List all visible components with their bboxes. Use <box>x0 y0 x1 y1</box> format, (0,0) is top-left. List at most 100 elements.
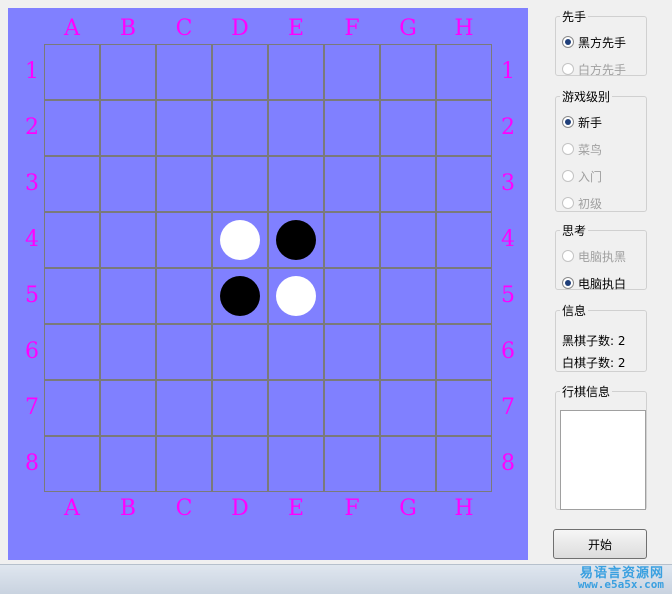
board-cell[interactable] <box>100 380 156 436</box>
board-cell[interactable] <box>324 212 380 268</box>
radio-button-icon[interactable] <box>562 36 574 48</box>
thinking-option[interactable]: 电脑执黑 <box>562 247 626 265</box>
board-cell[interactable] <box>100 156 156 212</box>
board-cell[interactable] <box>100 324 156 380</box>
black-stone <box>276 220 316 260</box>
radio-button-icon[interactable] <box>562 170 574 182</box>
board-cell[interactable] <box>436 268 492 324</box>
board-cell[interactable] <box>268 100 324 156</box>
board-cell[interactable] <box>436 212 492 268</box>
board-cell[interactable] <box>44 156 100 212</box>
row-label-left: 7 <box>25 395 39 420</box>
board-cell[interactable] <box>156 380 212 436</box>
board-cell[interactable] <box>380 156 436 212</box>
board-cell[interactable] <box>268 156 324 212</box>
board-cell[interactable] <box>156 436 212 492</box>
thinking-option[interactable]: 电脑执白 <box>562 274 626 292</box>
board-cell[interactable] <box>436 156 492 212</box>
board-cell[interactable] <box>436 44 492 100</box>
row-label-right: 7 <box>501 395 515 420</box>
board-cell[interactable] <box>436 324 492 380</box>
board-cell[interactable] <box>324 268 380 324</box>
board-cell[interactable] <box>380 436 436 492</box>
first-move-option-label: 白方先手 <box>578 62 627 77</box>
board-cell[interactable] <box>100 268 156 324</box>
start-button[interactable]: 开始 <box>553 529 647 559</box>
board-cell[interactable] <box>100 44 156 100</box>
board-cell[interactable] <box>324 380 380 436</box>
board-cell[interactable] <box>212 156 268 212</box>
level-option[interactable]: 新手 <box>562 113 602 131</box>
board-cell[interactable] <box>156 100 212 156</box>
board-cell[interactable] <box>156 212 212 268</box>
board-grid[interactable] <box>44 44 492 492</box>
board-cell[interactable] <box>380 324 436 380</box>
first-move-option[interactable]: 黑方先手 <box>562 33 626 51</box>
board-cell[interactable] <box>44 44 100 100</box>
board-cell[interactable] <box>44 436 100 492</box>
column-label-top: B <box>119 16 137 41</box>
thinking-group: 思考 电脑执黑电脑执白 <box>555 222 647 292</box>
board-cell[interactable] <box>44 380 100 436</box>
level-option[interactable]: 初级 <box>562 194 602 212</box>
board-area: A A B B C C D D E E F F G G H H 1 1 2 2 3 3 4 4 5 5 6 6 7 7 8 8 <box>8 8 528 560</box>
board-cell[interactable] <box>268 44 324 100</box>
level-option[interactable]: 菜鸟 <box>562 140 602 158</box>
board-cell[interactable] <box>44 268 100 324</box>
board-cell[interactable] <box>268 436 324 492</box>
board-cell[interactable] <box>212 436 268 492</box>
board-cell[interactable] <box>44 100 100 156</box>
level-option-label: 新手 <box>578 115 603 130</box>
board-cell[interactable] <box>380 268 436 324</box>
level-option-label: 菜鸟 <box>578 142 603 157</box>
board-cell[interactable] <box>380 380 436 436</box>
radio-button-icon[interactable] <box>562 197 574 209</box>
board-cell[interactable] <box>100 212 156 268</box>
row-label-right: 6 <box>501 339 515 364</box>
board-cell[interactable] <box>436 436 492 492</box>
board-cell[interactable] <box>268 380 324 436</box>
row-label-left: 2 <box>25 115 39 140</box>
board-cell[interactable] <box>324 100 380 156</box>
radio-button-icon[interactable] <box>562 116 574 128</box>
column-label-bottom: E <box>287 496 305 521</box>
board-cell[interactable] <box>156 324 212 380</box>
first-move-option[interactable]: 白方先手 <box>562 60 626 78</box>
radio-button-icon[interactable] <box>562 143 574 155</box>
board-cell[interactable] <box>100 436 156 492</box>
radio-button-icon[interactable] <box>562 250 574 262</box>
board-cell[interactable] <box>212 44 268 100</box>
radio-button-icon[interactable] <box>562 63 574 75</box>
board-cell[interactable] <box>100 100 156 156</box>
thinking-title: 思考 <box>562 224 587 238</box>
board-cell[interactable] <box>212 100 268 156</box>
board-cell[interactable] <box>268 324 324 380</box>
board-cell[interactable] <box>156 156 212 212</box>
row-label-left: 1 <box>25 59 39 84</box>
board-cell[interactable] <box>156 44 212 100</box>
level-option[interactable]: 入门 <box>562 167 602 185</box>
board-cell[interactable] <box>324 436 380 492</box>
board-cell[interactable] <box>324 44 380 100</box>
board-cell[interactable] <box>156 268 212 324</box>
move-info-title: 行棋信息 <box>562 385 611 399</box>
board-cell[interactable] <box>44 212 100 268</box>
row-label-left: 6 <box>25 339 39 364</box>
first-move-option-label: 黑方先手 <box>578 35 627 50</box>
move-log-textarea[interactable] <box>560 410 646 510</box>
board-cell[interactable] <box>212 380 268 436</box>
board-cell[interactable] <box>436 380 492 436</box>
board-cell[interactable] <box>324 156 380 212</box>
board-cell[interactable] <box>436 100 492 156</box>
board-cell[interactable] <box>324 324 380 380</box>
info-group: 信息 黑棋子数: 2 白棋子数: 2 <box>555 302 647 372</box>
radio-button-icon[interactable] <box>562 277 574 289</box>
level-title: 游戏级别 <box>562 90 611 104</box>
board-cell[interactable] <box>380 212 436 268</box>
row-label-right: 1 <box>501 59 515 84</box>
board-cell[interactable] <box>380 100 436 156</box>
board-cell[interactable] <box>212 324 268 380</box>
black-stone <box>220 276 260 316</box>
board-cell[interactable] <box>380 44 436 100</box>
board-cell[interactable] <box>44 324 100 380</box>
